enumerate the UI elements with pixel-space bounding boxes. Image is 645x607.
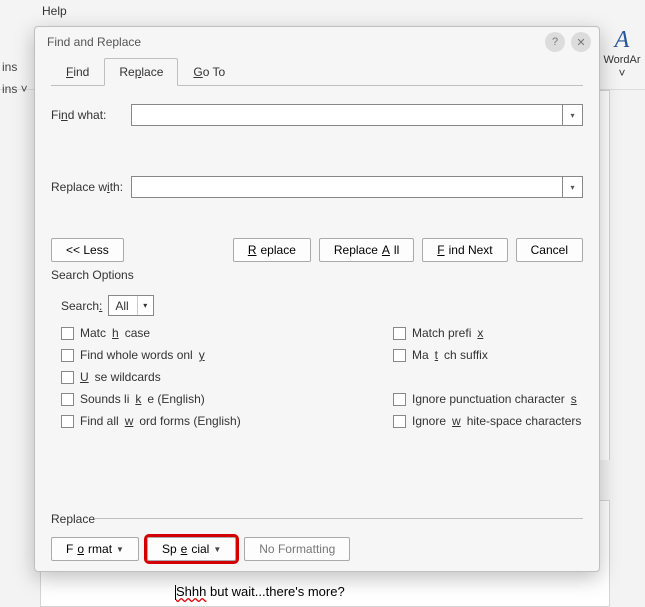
no-formatting-button[interactable]: No Formatting xyxy=(244,537,350,561)
match-suffix-checkbox[interactable]: Match suffix xyxy=(393,348,583,362)
replace-with-dropdown[interactable]: ▾ xyxy=(563,176,583,198)
find-what-label: Find what: xyxy=(51,108,131,122)
sounds-like-checkbox[interactable]: Sounds like (English) xyxy=(61,392,383,406)
replace-button[interactable]: Replace xyxy=(233,238,311,262)
dialog-title-bar[interactable]: Find and Replace ? ✕ xyxy=(35,27,599,57)
search-direction-select[interactable]: All ▾ xyxy=(108,295,153,316)
misspelled-word: Shhh xyxy=(176,584,206,599)
ignore-punct-checkbox[interactable]: Ignore punctuation characters xyxy=(393,392,583,406)
triangle-down-icon: ▼ xyxy=(213,545,221,554)
replace-section-legend: Replace xyxy=(51,512,583,526)
find-what-input[interactable] xyxy=(131,104,563,126)
replace-with-input[interactable] xyxy=(131,176,563,198)
whole-words-checkbox[interactable]: Find whole words only xyxy=(61,348,383,362)
less-button[interactable]: << Less xyxy=(51,238,124,262)
wordart-dropdown-icon: ˅ xyxy=(602,66,642,80)
find-what-dropdown[interactable]: ▾ xyxy=(563,104,583,126)
word-forms-checkbox[interactable]: Find all word forms (English) xyxy=(61,414,383,428)
tab-goto[interactable]: Go To xyxy=(178,58,240,86)
help-icon[interactable]: ? xyxy=(545,32,565,52)
cancel-button[interactable]: Cancel xyxy=(516,238,583,262)
find-replace-dialog: Find and Replace ? ✕ Find Replace Go To … xyxy=(34,26,600,572)
wordart-button[interactable]: A WordAr ˅ xyxy=(602,28,642,80)
document-text[interactable]: Shhh but wait...there's more? xyxy=(175,584,345,600)
ribbon-left-partial: ins ins ˅ xyxy=(0,56,30,100)
format-button[interactable]: Format▼ xyxy=(51,537,139,561)
wordart-label: WordAr xyxy=(602,54,642,66)
search-direction-label: Search: xyxy=(61,299,102,313)
match-case-checkbox[interactable]: Match case xyxy=(61,326,383,340)
close-icon[interactable]: ✕ xyxy=(571,32,591,52)
match-prefix-checkbox[interactable]: Match prefix xyxy=(393,326,583,340)
help-menu[interactable]: Help xyxy=(42,4,67,18)
search-options-legend: Search Options xyxy=(51,268,583,282)
dialog-tabs: Find Replace Go To xyxy=(35,57,599,85)
find-next-button[interactable]: Find Next xyxy=(422,238,507,262)
triangle-down-icon: ▼ xyxy=(116,545,124,554)
replace-all-button[interactable]: Replace All xyxy=(319,238,414,262)
wordart-icon: A xyxy=(602,28,642,52)
chevron-down-icon: ▾ xyxy=(137,296,153,315)
tab-replace[interactable]: Replace xyxy=(104,58,178,86)
replace-with-label: Replace with: xyxy=(51,180,131,194)
tab-find[interactable]: Find xyxy=(51,58,104,86)
special-button[interactable]: Special▼ xyxy=(147,537,236,561)
wildcards-checkbox[interactable]: Use wildcards xyxy=(61,370,383,384)
ignore-whitespace-checkbox[interactable]: Ignore white-space characters xyxy=(393,414,583,428)
dialog-title: Find and Replace xyxy=(47,35,141,49)
